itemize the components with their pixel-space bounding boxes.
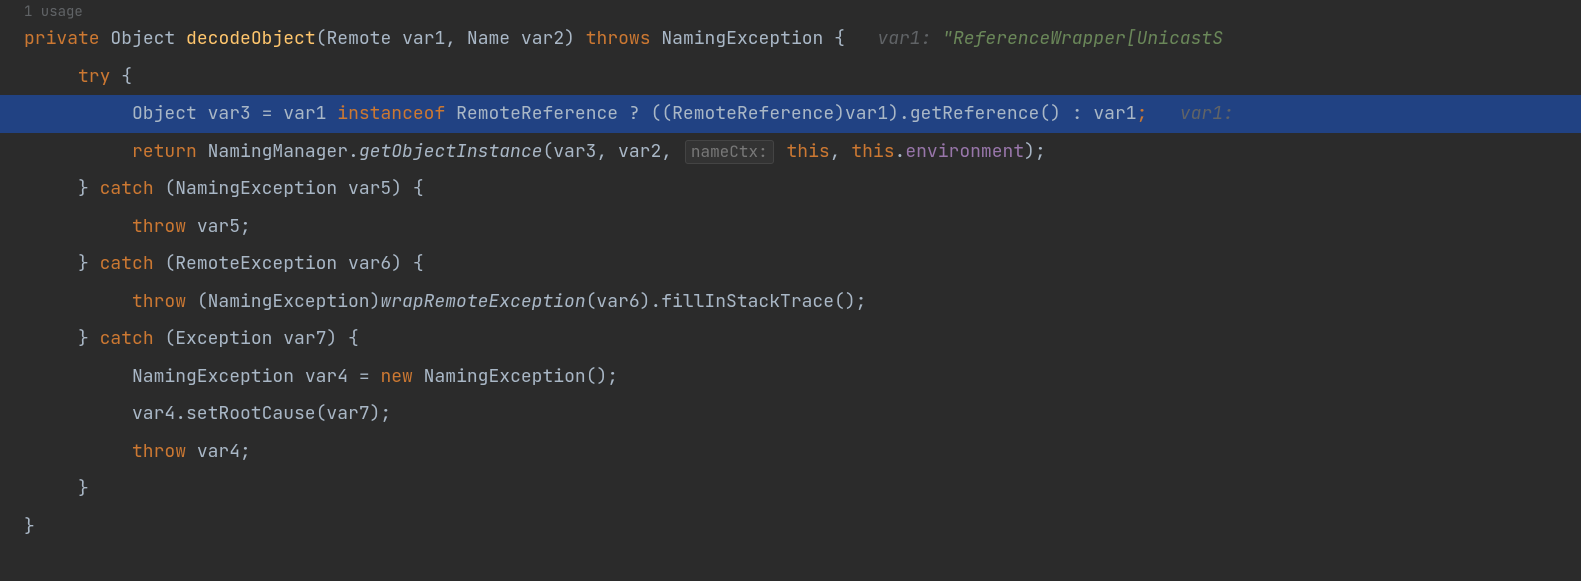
keyword-catch: catch: [100, 177, 154, 200]
code-line[interactable]: throw var5;: [0, 208, 1581, 246]
catch-clause: (NamingException var5) {: [164, 177, 423, 200]
keyword-throw: throw: [132, 440, 186, 463]
brace: {: [834, 27, 845, 50]
type: Name: [467, 27, 510, 50]
keyword-throw: throw: [132, 290, 186, 313]
param: var2: [521, 27, 564, 50]
keyword-this: this: [787, 140, 830, 163]
catch-clause: (RemoteException var6) {: [164, 252, 423, 275]
code-line-current[interactable]: Object var3 = var1 instanceof RemoteRefe…: [0, 95, 1581, 133]
inlay-hint: var1: "ReferenceWrapper[UnicastS: [877, 27, 1223, 50]
dot: .: [348, 140, 359, 163]
type: Remote: [326, 27, 391, 50]
code-line[interactable]: } catch (NamingException var5) {: [0, 170, 1581, 208]
cast: (NamingException): [197, 290, 381, 313]
type: Object: [132, 102, 197, 125]
type: NamingException: [132, 365, 294, 388]
keyword-private: private: [24, 27, 100, 50]
keyword-this: this: [851, 140, 894, 163]
close: );: [1024, 140, 1046, 163]
keyword-catch: catch: [100, 252, 154, 275]
code-editor[interactable]: 1 usage private Object decodeObject(Remo…: [0, 0, 1581, 545]
keyword-return: return: [132, 140, 197, 163]
keyword-new: new: [380, 365, 412, 388]
code-line[interactable]: var4.setRootCause(var7);: [0, 395, 1581, 433]
code-line[interactable]: }: [0, 508, 1581, 546]
ident: var4;: [197, 440, 251, 463]
code-line[interactable]: } catch (RemoteException var6) {: [0, 245, 1581, 283]
keyword-catch: catch: [100, 327, 154, 350]
expr: ((RemoteReference)var1).getReference(): [651, 102, 1061, 125]
brace: }: [78, 327, 89, 350]
code-line[interactable]: try {: [0, 58, 1581, 96]
catch-clause: (Exception var7) {: [164, 327, 358, 350]
code-line[interactable]: } catch (Exception var7) {: [0, 320, 1581, 358]
comma: ,: [445, 27, 467, 50]
rest: (var6).fillInStackTrace();: [586, 290, 867, 313]
local-var: var3: [208, 102, 251, 125]
type: NamingException: [661, 27, 823, 50]
ident: var1: [1093, 102, 1136, 125]
semi: ;: [1137, 102, 1148, 125]
brace: }: [78, 477, 89, 500]
code-line[interactable]: throw (NamingException)wrapRemoteExcepti…: [0, 283, 1581, 321]
inlay-hint: var1:: [1180, 102, 1245, 125]
paren: (: [316, 27, 327, 50]
op: =: [359, 365, 370, 388]
param-hint: nameCtx:: [685, 140, 774, 164]
method-name: decodeObject: [186, 27, 316, 50]
paren: ): [564, 27, 586, 50]
param: var1: [402, 27, 445, 50]
dot: .: [895, 140, 906, 163]
class-ref: NamingManager: [208, 140, 348, 163]
keyword-try: try: [78, 65, 110, 88]
local-var: var4: [305, 365, 348, 388]
type-object: Object: [110, 27, 175, 50]
keyword-throws: throws: [586, 27, 651, 50]
brace: }: [78, 177, 89, 200]
args: (var3, var2,: [542, 140, 672, 163]
op: :: [1072, 102, 1083, 125]
static-method-call: getObjectInstance: [359, 140, 543, 163]
brace: }: [24, 515, 35, 538]
method-call: wrapRemoteException: [380, 290, 585, 313]
type: RemoteReference: [456, 102, 618, 125]
comma: ,: [830, 140, 852, 163]
ident: var1: [283, 102, 326, 125]
keyword-throw: throw: [132, 215, 186, 238]
code-line[interactable]: private Object decodeObject(Remote var1,…: [0, 20, 1581, 58]
brace: {: [121, 65, 132, 88]
op: ?: [629, 102, 640, 125]
usage-hint[interactable]: 1 usage: [0, 0, 1581, 20]
keyword-instanceof: instanceof: [337, 102, 445, 125]
brace: }: [78, 252, 89, 275]
ident: var5;: [197, 215, 251, 238]
ctor: NamingException();: [424, 365, 618, 388]
code-line[interactable]: throw var4;: [0, 433, 1581, 471]
code-line[interactable]: return NamingManager.getObjectInstance(v…: [0, 133, 1581, 171]
stmt: var4.setRootCause(var7);: [132, 402, 391, 425]
op: =: [262, 102, 273, 125]
code-line[interactable]: NamingException var4 = new NamingExcepti…: [0, 358, 1581, 396]
field-ref: environment: [905, 140, 1024, 163]
code-line[interactable]: }: [0, 470, 1581, 508]
